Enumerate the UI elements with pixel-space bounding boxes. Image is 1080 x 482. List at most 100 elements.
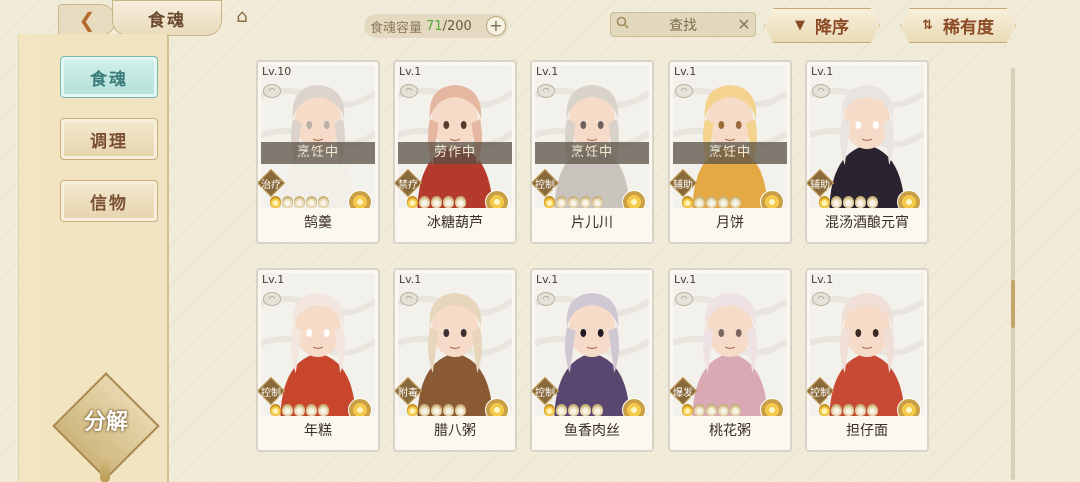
- sidebar-item-food-souls[interactable]: 食魂: [60, 56, 158, 98]
- star-rating: [544, 196, 603, 208]
- star-rating: [407, 196, 466, 208]
- capacity-add-button[interactable]: +: [486, 16, 506, 36]
- role-label: 控制: [810, 388, 830, 399]
- star-icon: [730, 196, 741, 208]
- food-soul-name: 鱼香肉丝: [532, 416, 652, 450]
- bowl-icon: ◠: [263, 84, 281, 98]
- star-icon: [455, 196, 466, 208]
- star-icon: [282, 196, 293, 208]
- role-label: 控制: [535, 388, 555, 399]
- level-label: Lv.1: [262, 273, 285, 286]
- food-soul-card[interactable]: Lv.1 ◠ 辅助 混汤酒酿元宵: [805, 60, 929, 244]
- food-soul-card[interactable]: Lv.1 ◠ 控制 鱼香肉丝: [530, 268, 654, 452]
- role-badge: 控制: [532, 376, 560, 406]
- bowl-icon: ◠: [675, 84, 693, 98]
- sidebar-item-conditioning[interactable]: 调理: [60, 118, 158, 160]
- food-soul-name: 腊八粥: [395, 416, 515, 450]
- star-icon: [282, 404, 293, 416]
- star-icon: [831, 404, 842, 416]
- food-soul-name: 鹄羹: [258, 208, 378, 242]
- star-icon: [819, 196, 830, 208]
- star-icon: [544, 404, 555, 416]
- star-icon: [682, 196, 693, 208]
- food-soul-card[interactable]: Lv.1 ◠ 控制 担仔面: [805, 268, 929, 452]
- role-badge: 辅助: [807, 168, 835, 198]
- star-icon: [556, 196, 567, 208]
- star-icon: [592, 404, 603, 416]
- role-label: 附毒: [398, 388, 418, 399]
- triangle-down-icon: ▼: [795, 18, 805, 33]
- bowl-icon: ◠: [812, 84, 830, 98]
- bowl-icon: ◠: [812, 292, 830, 306]
- star-icon: [580, 404, 591, 416]
- role-label: 爆发: [673, 388, 693, 399]
- scrollbar-thumb[interactable]: [1011, 280, 1015, 328]
- role-label: 禁疗: [398, 180, 418, 191]
- status-banner: 烹饪中: [673, 142, 787, 164]
- food-soul-card[interactable]: Lv.1 ◠ 附毒 腊八粥: [393, 268, 517, 452]
- level-label: Lv.1: [399, 273, 422, 286]
- star-icon: [294, 404, 305, 416]
- star-icon: [419, 196, 430, 208]
- decompose-label: 分解: [83, 410, 128, 435]
- search-placeholder: 查找: [669, 17, 697, 34]
- star-icon: [718, 196, 729, 208]
- star-icon: [592, 196, 603, 208]
- food-soul-name: 年糕: [258, 416, 378, 450]
- star-rating: [544, 404, 603, 416]
- star-icon: [407, 404, 418, 416]
- star-rating: [682, 404, 741, 416]
- star-icon: [831, 196, 842, 208]
- star-icon: [544, 196, 555, 208]
- food-soul-card[interactable]: Lv.1 ◠ 烹饪中 辅助 月饼: [668, 60, 792, 244]
- role-label: 治疗: [261, 180, 281, 191]
- role-badge: 附毒: [395, 376, 423, 406]
- capacity-current: 71: [426, 18, 443, 34]
- star-icon: [306, 404, 317, 416]
- food-soul-name: 桃花粥: [670, 416, 790, 450]
- star-icon: [855, 404, 866, 416]
- capacity-label: 食魂容量: [370, 20, 423, 36]
- level-label: Lv.1: [674, 65, 697, 78]
- back-button[interactable]: ❮: [58, 4, 116, 36]
- star-icon: [318, 196, 329, 208]
- food-soul-card[interactable]: Lv.10 ◠ 烹饪中 治疗 鹄羹: [256, 60, 380, 244]
- role-label: 辅助: [673, 180, 693, 191]
- status-banner: 烹饪中: [535, 142, 649, 164]
- sort-order-button[interactable]: ▼ 降序: [764, 8, 880, 43]
- star-icon: [568, 404, 579, 416]
- capacity-indicator: 食魂容量 71 /200 +: [364, 14, 508, 38]
- star-rating: [407, 404, 466, 416]
- scrollbar-track[interactable]: [1011, 68, 1015, 480]
- home-roof-icon[interactable]: ⌂: [230, 6, 254, 28]
- food-soul-name: 月饼: [670, 208, 790, 242]
- level-label: Lv.1: [811, 273, 834, 286]
- role-badge: 治疗: [258, 168, 286, 198]
- food-soul-card[interactable]: Lv.1 ◠ 爆发 桃花粥: [668, 268, 792, 452]
- food-soul-card[interactable]: Lv.1 ◠ 控制 年糕: [256, 268, 380, 452]
- sort-arrows-icon: ⇅: [922, 18, 933, 33]
- star-icon: [556, 404, 567, 416]
- bowl-icon: ◠: [263, 292, 281, 306]
- star-rating: [270, 404, 329, 416]
- search-input[interactable]: 查找 ✕: [610, 12, 756, 37]
- star-rating: [270, 196, 329, 208]
- search-icon: [611, 16, 633, 33]
- sort-rarity-button[interactable]: ⇅ 稀有度: [900, 8, 1016, 43]
- star-icon: [419, 404, 430, 416]
- food-soul-name: 担仔面: [807, 416, 927, 450]
- star-icon: [718, 404, 729, 416]
- bowl-icon: ◠: [537, 84, 555, 98]
- star-icon: [730, 404, 741, 416]
- food-soul-name: 冰糖葫芦: [395, 208, 515, 242]
- clear-icon[interactable]: ✕: [733, 15, 755, 34]
- star-icon: [431, 196, 442, 208]
- food-soul-card[interactable]: Lv.1 ◠ 烹饪中 控制 片儿川: [530, 60, 654, 244]
- bowl-icon: ◠: [675, 292, 693, 306]
- food-soul-card[interactable]: Lv.1 ◠ 劳作中 禁疗 冰糖葫芦: [393, 60, 517, 244]
- sidebar-item-tokens[interactable]: 信物: [60, 180, 158, 222]
- role-badge: 控制: [532, 168, 560, 198]
- level-label: Lv.1: [536, 65, 559, 78]
- role-label: 控制: [535, 180, 555, 191]
- sort-order-label: 降序: [815, 18, 849, 38]
